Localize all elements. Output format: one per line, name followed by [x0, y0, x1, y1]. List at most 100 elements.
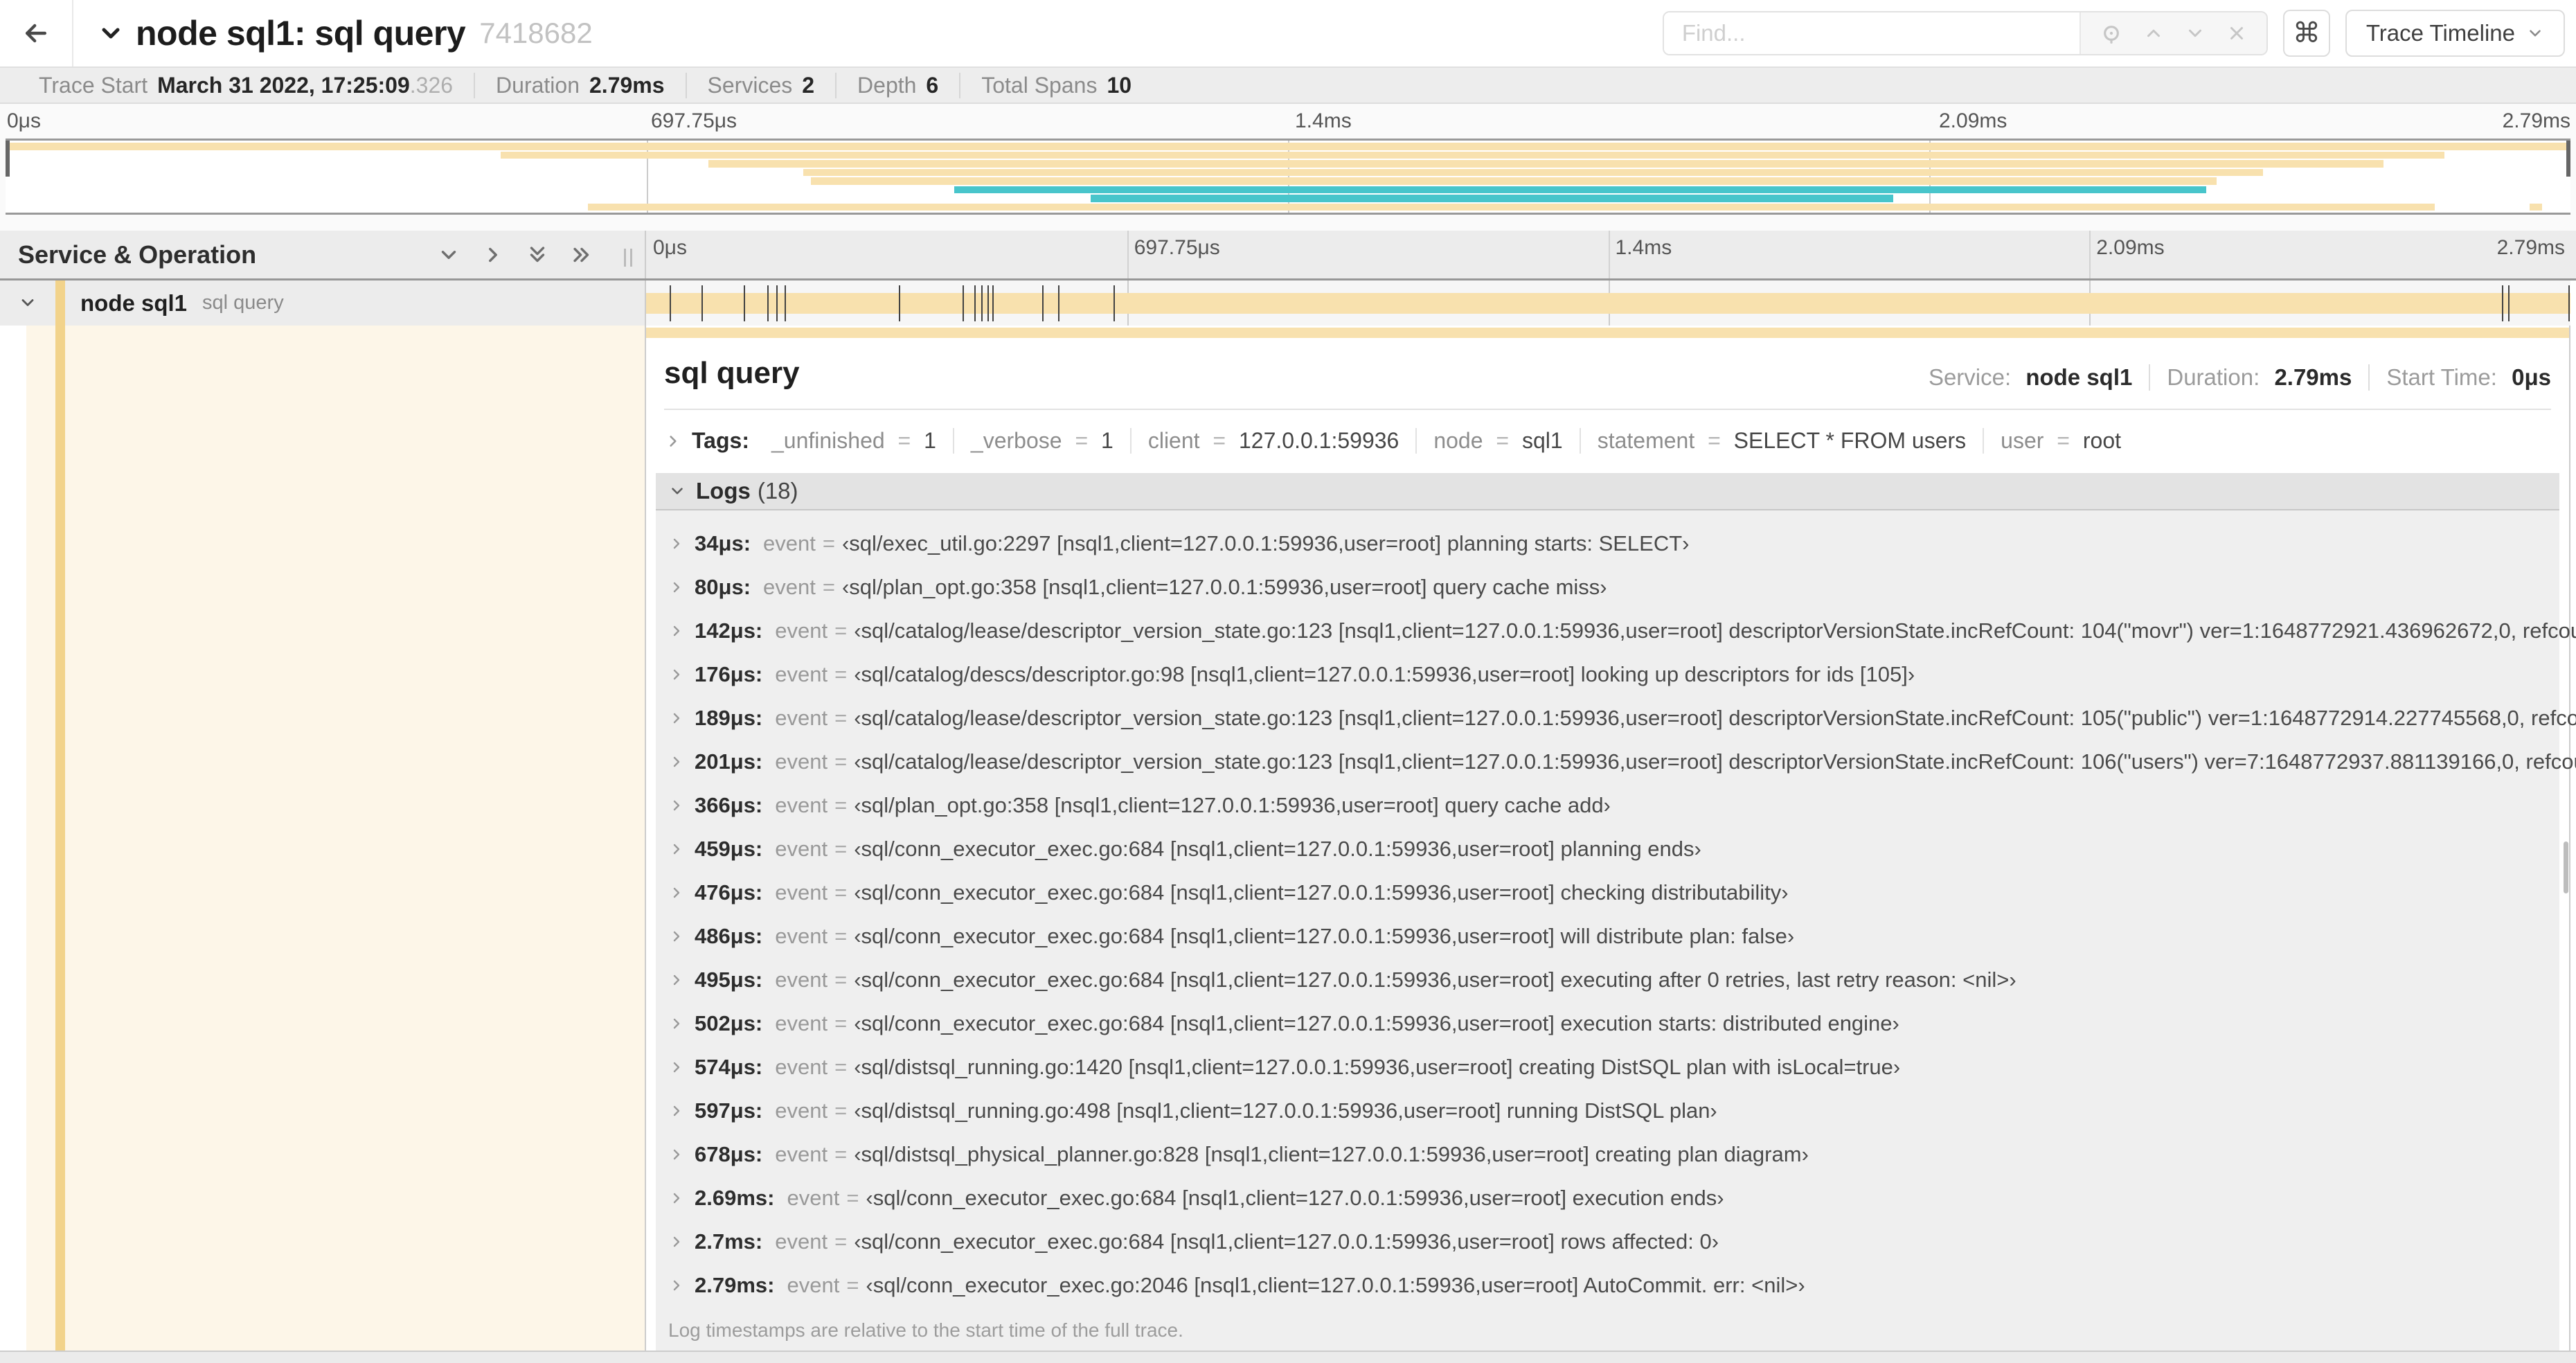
- tags-title: Tags:: [692, 428, 749, 453]
- log-message: ‹sql/distsql_running.go:1420 [nsql1,clie…: [854, 1054, 1901, 1079]
- log-timestamp: 597μs:: [695, 1098, 763, 1123]
- log-timestamp: 476μs:: [695, 880, 763, 905]
- minimap-row: [6, 142, 2570, 151]
- log-timestamp: 2.7ms:: [695, 1229, 763, 1254]
- tag-equals: =: [2057, 428, 2070, 453]
- log-entry-row[interactable]: 459μs: event = ‹sql/conn_executor_exec.g…: [656, 827, 2559, 871]
- tick-label: 1.4ms: [1615, 236, 1672, 259]
- log-timestamp: 366μs:: [695, 792, 763, 817]
- log-entry-row[interactable]: 34μs: event = ‹sql/exec_util.go:2297 [ns…: [656, 522, 2559, 565]
- trace-info-item: Depth 6: [837, 72, 961, 98]
- log-entry-row[interactable]: 366μs: event = ‹sql/plan_opt.go:358 [nsq…: [656, 783, 2559, 827]
- clear-search-icon[interactable]: [2226, 23, 2247, 44]
- logs-header[interactable]: Logs (18): [656, 473, 2559, 510]
- minimap-right-scrubber[interactable]: [2566, 141, 2570, 177]
- log-message: ‹sql/conn_executor_exec.go:684 [nsql1,cl…: [854, 967, 2016, 992]
- prev-result-icon[interactable]: [2143, 23, 2164, 44]
- tag-item: _verbose = 1: [954, 428, 1132, 454]
- collapse-all-icon[interactable]: [526, 243, 549, 267]
- span-duration-bar[interactable]: [646, 293, 2570, 314]
- collapse-one-icon[interactable]: [437, 243, 460, 267]
- span-row-timeline-cell[interactable]: [646, 280, 2570, 326]
- span-row-service-cell[interactable]: node sql1 sql query: [0, 280, 646, 326]
- trace-info-item: Total Spans 10: [960, 73, 1152, 98]
- log-entry-row[interactable]: 2.69ms: event = ‹sql/conn_executor_exec.…: [656, 1176, 2559, 1220]
- log-entry-row[interactable]: 176μs: event = ‹sql/catalog/descs/descri…: [656, 652, 2559, 696]
- log-field-key: event: [775, 1054, 828, 1079]
- log-entry-row[interactable]: 201μs: event = ‹sql/catalog/lease/descri…: [656, 740, 2576, 783]
- tick-label: 1.4ms: [1295, 109, 1352, 132]
- info-value: 6: [926, 72, 939, 98]
- vertical-scrollbar-thumb[interactable]: [2564, 841, 2568, 893]
- log-equals: =: [834, 967, 848, 992]
- log-event-marker: [767, 285, 769, 321]
- tag-equals: =: [1213, 428, 1226, 453]
- expand-log-icon: [673, 931, 680, 941]
- log-field-key: event: [775, 836, 828, 861]
- collapse-trace-chevron[interactable]: [97, 19, 125, 47]
- minimap-canvas[interactable]: [6, 139, 2570, 215]
- arrow-left-icon: [25, 24, 47, 43]
- expand-all-icon[interactable]: [570, 243, 593, 267]
- trace-view-dropdown-label: Trace Timeline: [2365, 20, 2515, 46]
- log-entry-row[interactable]: 189μs: event = ‹sql/catalog/lease/descri…: [656, 696, 2576, 740]
- horizontal-scrollbar-track[interactable]: [0, 1351, 2576, 1363]
- log-equals: =: [834, 618, 848, 643]
- tag-equals: =: [1075, 428, 1089, 453]
- log-entry-row[interactable]: 142μs: event = ‹sql/catalog/lease/descri…: [656, 609, 2576, 652]
- log-entry-row[interactable]: 2.7ms: event = ‹sql/conn_executor_exec.g…: [656, 1220, 2559, 1263]
- log-message: ‹sql/conn_executor_exec.go:2046 [nsql1,c…: [866, 1272, 1805, 1297]
- minimap-tick-labels: 0μs 697.75μs 1.4ms 2.09ms 2.79ms: [0, 104, 2576, 139]
- gridline: [1127, 231, 1129, 278]
- log-entry-row[interactable]: 80μs: event = ‹sql/plan_opt.go:358 [nsql…: [656, 565, 2559, 609]
- log-entry-row[interactable]: 597μs: event = ‹sql/distsql_running.go:4…: [656, 1089, 2559, 1132]
- tag-value: 1: [1101, 428, 1113, 453]
- log-event-marker: [992, 285, 994, 321]
- expand-log-icon: [673, 887, 680, 898]
- log-entry-row[interactable]: 495μs: event = ‹sql/conn_executor_exec.g…: [656, 958, 2559, 1001]
- log-event-marker: [974, 285, 976, 321]
- minimap-row: [6, 194, 2570, 203]
- expand-tags-icon[interactable]: [664, 432, 682, 450]
- collapse-span-chevron[interactable]: [18, 293, 37, 312]
- log-equals: =: [846, 1185, 859, 1210]
- expand-log-icon: [673, 1236, 680, 1247]
- log-entry-row[interactable]: 678μs: event = ‹sql/distsql_physical_pla…: [656, 1132, 2559, 1176]
- logs-count: (18): [757, 478, 798, 504]
- minimap-span-segment: [708, 160, 2383, 168]
- log-message: ‹sql/catalog/lease/descriptor_version_st…: [854, 749, 2576, 774]
- expand-one-icon[interactable]: [481, 243, 505, 267]
- log-entry-row[interactable]: 574μs: event = ‹sql/distsql_running.go:1…: [656, 1045, 2559, 1089]
- find-input[interactable]: [1663, 12, 2079, 54]
- log-event-marker: [2508, 285, 2510, 321]
- info-label: Total Spans: [981, 72, 1098, 98]
- log-entry-row[interactable]: 486μs: event = ‹sql/conn_executor_exec.g…: [656, 914, 2559, 958]
- minimap-left-scrubber[interactable]: [6, 141, 10, 177]
- log-entry-row[interactable]: 2.79ms: event = ‹sql/conn_executor_exec.…: [656, 1263, 2559, 1307]
- log-equals: =: [834, 661, 848, 686]
- next-result-icon[interactable]: [2185, 23, 2206, 44]
- tags-row[interactable]: Tags: _unfinished = 1 _verbose = 1 clien…: [646, 410, 2569, 473]
- tag-equals: =: [1708, 428, 1721, 453]
- column-resizer-handle[interactable]: [624, 249, 632, 267]
- expand-log-icon: [673, 756, 680, 767]
- log-equals: =: [834, 1054, 848, 1079]
- back-button[interactable]: [0, 0, 73, 66]
- info-suffix: .326: [409, 72, 454, 98]
- trace-view-dropdown[interactable]: Trace Timeline: [2345, 10, 2565, 57]
- match-target-icon[interactable]: [2100, 22, 2122, 44]
- meta-label: Service:: [1928, 364, 2012, 390]
- log-entry-row[interactable]: 476μs: event = ‹sql/conn_executor_exec.g…: [656, 871, 2559, 914]
- gridline: [1608, 231, 1610, 278]
- trace-id: 7418682: [479, 17, 593, 49]
- top-controls: ⌘ Trace Timeline: [1662, 0, 2565, 66]
- top-bar: node sql1: sql query 7418682 Find... ⌘ T…: [0, 0, 2576, 66]
- log-entry-row[interactable]: 502μs: event = ‹sql/conn_executor_exec.g…: [656, 1001, 2559, 1045]
- keyboard-shortcuts-button[interactable]: ⌘: [2282, 10, 2330, 57]
- log-timestamp: 34μs:: [695, 531, 751, 555]
- log-event-marker: [776, 285, 778, 321]
- log-field-key: event: [775, 792, 828, 817]
- info-value: March 31 2022, 17:25:09: [157, 72, 410, 98]
- tick-label: 2.09ms: [2096, 236, 2165, 259]
- log-timestamp: 502μs:: [695, 1010, 763, 1035]
